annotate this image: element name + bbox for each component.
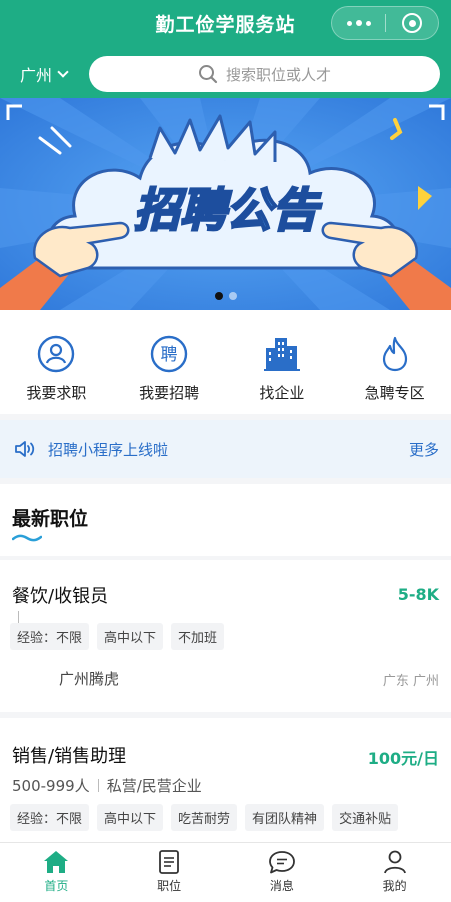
building-icon (263, 338, 300, 371)
carousel-indicator (0, 292, 451, 300)
quick-entry-label: 急聘专区 (364, 384, 425, 402)
mini-program-capsule (331, 6, 439, 40)
company-name: 广州腾虎 (59, 670, 120, 688)
job-tag: 经验：不限 (10, 804, 90, 831)
recruit-glyph: 聘 (161, 345, 178, 365)
speaker-icon (15, 441, 35, 457)
carousel-dot-active (214, 292, 223, 300)
tab-label: 职位 (157, 879, 182, 893)
home-icon (44, 851, 69, 873)
tab-label: 首页 (44, 879, 69, 893)
company-type: 私营/民营企业 (106, 777, 202, 795)
job-tag: 高中以下 (97, 804, 164, 831)
search-placeholder: 搜索职位或人才 (225, 65, 331, 84)
banner-illustration: 招聘公告 (0, 98, 451, 310)
title-underline-wave (12, 534, 42, 542)
banner-headline: 招聘公告 (134, 183, 322, 237)
job-tag: 吃苦耐劳 (171, 804, 238, 831)
job-salary: 100元/日 (367, 749, 439, 768)
tab-home[interactable]: 首页 (0, 843, 113, 902)
app-root: 勤工俭学服务站 广州 搜索职位或人才 招聘公告 我要求职 聘 我要招聘 找企业 … (0, 0, 451, 902)
search-input[interactable]: 搜索职位或人才 (89, 56, 440, 92)
recruit-icon: 聘 (150, 335, 188, 373)
tab-label: 我的 (382, 879, 407, 893)
close-icon[interactable] (386, 7, 438, 39)
header: 勤工俭学服务站 广州 搜索职位或人才 (0, 0, 451, 98)
quick-entry-urgent[interactable]: 急聘专区 (338, 310, 451, 414)
city-selector[interactable]: 广州 (20, 62, 69, 86)
job-tags: 经验：不限 高中以下 不加班 (10, 623, 225, 650)
job-salary: 5-8K (397, 585, 439, 604)
job-seeker-icon (38, 335, 75, 373)
quick-entry-grid: 我要求职 聘 我要招聘 找企业 急聘专区 (0, 310, 451, 414)
quick-entry-label: 找企业 (259, 384, 305, 402)
job-card[interactable]: 餐饮/收银员 5-8K 经验：不限 高中以下 不加班 广州腾虎 广东 广州 (0, 560, 451, 712)
notice-more-link[interactable]: 更多 (409, 439, 439, 460)
notice-bar[interactable]: 招聘小程序上线啦 更多 (0, 420, 451, 478)
tab-jobs[interactable]: 职位 (113, 843, 226, 902)
job-tags: 经验：不限 高中以下 吃苦耐劳 有团队精神 交通补贴 (10, 804, 399, 831)
tab-label: 消息 (269, 879, 294, 893)
meta-divider (97, 779, 99, 792)
job-title: 销售/销售助理 (12, 746, 127, 767)
quick-entry-find-company[interactable]: 找企业 (226, 310, 339, 414)
job-location: 广东 广州 (382, 674, 439, 689)
bottom-tab-bar: 首页 职位 消息 我的 (0, 842, 451, 902)
profile-icon (383, 850, 406, 874)
chevron-down-icon (57, 66, 69, 78)
quick-entry-recruit[interactable]: 聘 我要招聘 (113, 310, 226, 414)
tab-messages[interactable]: 消息 (226, 843, 339, 902)
company-size: 500-999人 (12, 777, 90, 795)
company-meta: 500-999人 私营/民营企业 (12, 775, 202, 796)
quick-entry-label: 我要招聘 (139, 384, 200, 402)
chat-icon (268, 851, 295, 874)
notice-text: 招聘小程序上线啦 (48, 440, 169, 459)
job-tag: 不加班 (171, 623, 225, 650)
job-tag: 有团队精神 (245, 804, 325, 831)
more-menu-icon[interactable] (332, 7, 385, 39)
job-tag: 经验：不限 (10, 623, 90, 650)
job-tag: 高中以下 (97, 623, 164, 650)
section-title: 最新职位 (12, 508, 89, 530)
meta-divider (18, 611, 19, 623)
quick-entry-label: 我要求职 (26, 384, 87, 402)
city-label: 广州 (20, 66, 53, 85)
latest-jobs-header: 最新职位 (0, 484, 451, 556)
quick-entry-job-seek[interactable]: 我要求职 (0, 310, 113, 414)
job-tag: 交通补贴 (332, 804, 399, 831)
flame-icon (382, 336, 407, 372)
tab-profile[interactable]: 我的 (338, 843, 451, 902)
carousel-dot (228, 292, 237, 300)
banner-carousel[interactable]: 招聘公告 (0, 98, 451, 310)
job-title: 餐饮/收银员 (12, 586, 109, 607)
search-icon (198, 65, 218, 84)
job-card[interactable]: 销售/销售助理 100元/日 500-999人 私营/民营企业 经验：不限 高中… (0, 718, 451, 848)
document-icon (159, 850, 180, 874)
